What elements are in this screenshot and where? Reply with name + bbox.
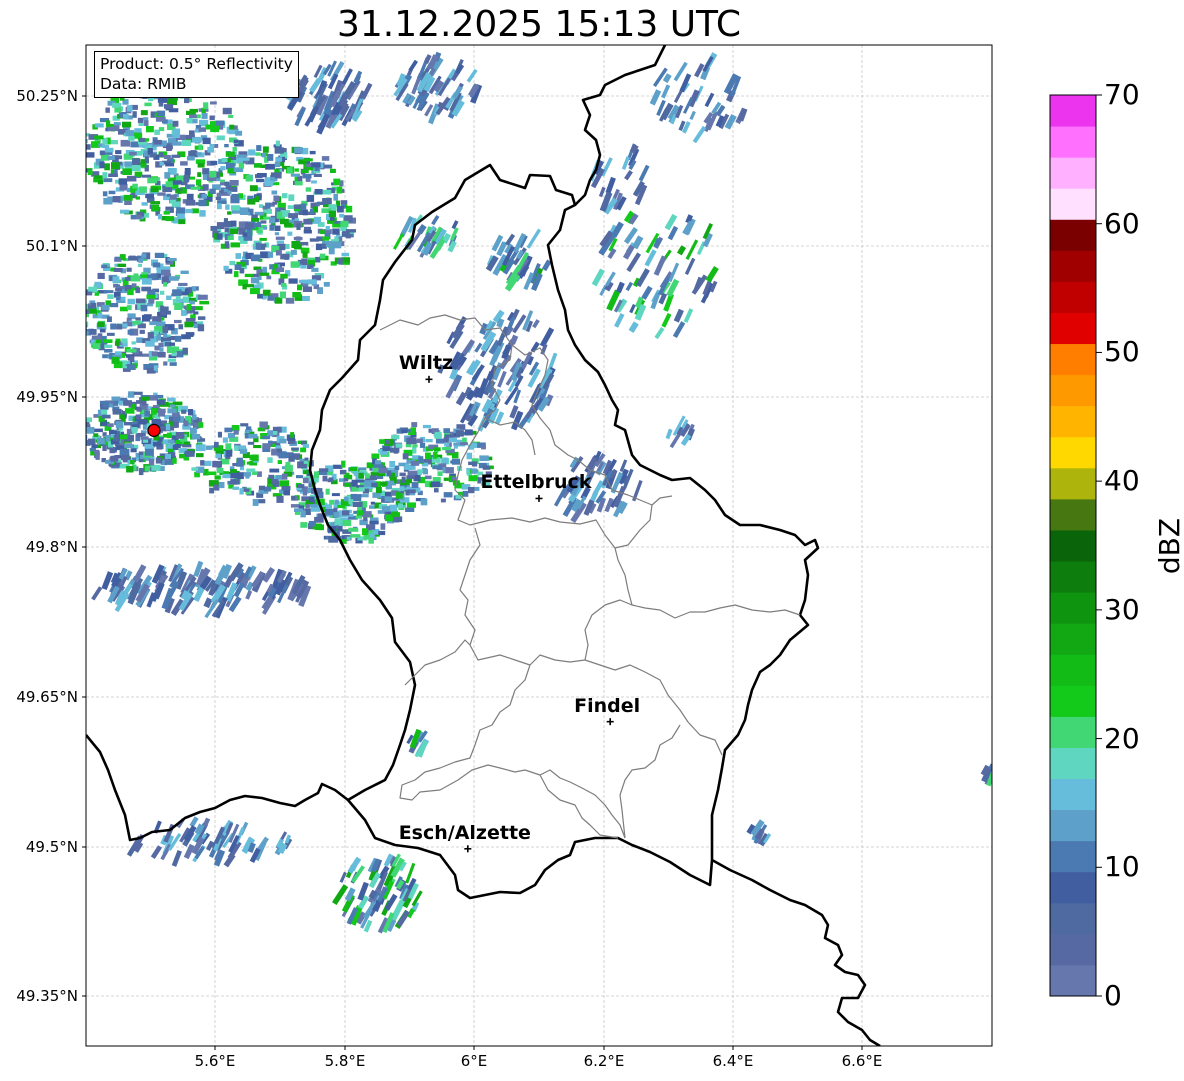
radar-site-marker	[147, 423, 161, 437]
colorbar-segment	[1050, 964, 1096, 997]
germany-france-border	[711, 858, 881, 1046]
city-markers	[425, 375, 614, 853]
colorbar-segment	[1050, 561, 1096, 593]
product-info-box: Product: 0.5° Reflectivity Data: RMIB	[94, 51, 299, 98]
colorbar-segment	[1050, 374, 1096, 407]
colorbar-tick-label: 30	[1104, 592, 1140, 626]
colorbar-segment	[1050, 312, 1096, 345]
colorbar-tick-label: 70	[1104, 78, 1140, 111]
colorbar-segment	[1050, 250, 1096, 282]
y-tick-label: 49.5°N	[25, 838, 78, 856]
colorbar-segment	[1050, 623, 1096, 655]
y-tick-label: 49.65°N	[16, 688, 78, 706]
city-marker	[535, 494, 543, 502]
colorbar-segment	[1050, 840, 1096, 873]
y-tick-label: 50.1°N	[25, 237, 78, 255]
colorbar-segment	[1050, 592, 1096, 624]
colorbar-segment	[1050, 498, 1096, 531]
city-label: Esch/Alzette	[398, 821, 531, 844]
colorbar-segment	[1050, 343, 1096, 376]
colorbar-tick-label: 20	[1104, 721, 1140, 755]
colorbar-segment	[1050, 778, 1096, 811]
colorbar-label: dBZ	[1153, 517, 1184, 575]
radar-map	[82, 44, 1102, 1050]
city-marker	[464, 845, 472, 853]
city-marker	[606, 718, 614, 726]
colorbar	[1049, 94, 1102, 997]
colorbar-tick-label: 10	[1104, 850, 1140, 884]
colorbar-segment	[1050, 809, 1096, 842]
x-tick-label: 6.6°E	[841, 1052, 883, 1070]
colorbar-segment	[1050, 747, 1096, 780]
x-tick-label: 6.2°E	[583, 1052, 625, 1070]
colorbar-tick-label: 0	[1104, 979, 1122, 1012]
product-label: Product: 0.5° Reflectivity	[100, 55, 293, 73]
colorbar-segment	[1050, 902, 1096, 935]
city-label: Findel	[574, 694, 641, 717]
germany-belgium-border	[574, 45, 667, 206]
city-marker	[425, 375, 433, 383]
colorbar-segment	[1050, 467, 1096, 500]
colorbar-tick-label: 50	[1104, 335, 1140, 369]
colorbar-tick-label: 40	[1104, 464, 1140, 498]
x-tick-label: 6.4°E	[712, 1052, 754, 1070]
colorbar-segment	[1050, 281, 1096, 313]
canton-borders	[379, 314, 801, 839]
y-tick-label: 49.95°N	[16, 388, 78, 406]
colorbar-segment	[1050, 871, 1096, 904]
city-label: Wiltz	[398, 352, 454, 375]
colorbar-tick-label: 60	[1104, 206, 1140, 240]
colorbar-segment	[1050, 95, 1096, 127]
colorbar-segment	[1050, 933, 1096, 966]
y-tick-label: 49.35°N	[16, 987, 78, 1005]
colorbar-segment	[1050, 157, 1096, 189]
colorbar-segment	[1050, 685, 1096, 717]
colorbar-segment	[1050, 126, 1096, 158]
radar-site-dot	[147, 423, 161, 437]
y-tick-label: 49.8°N	[25, 538, 78, 556]
data-source-label: Data: RMIB	[100, 75, 187, 93]
x-tick-label: 5.8°E	[324, 1052, 366, 1070]
y-tick-label: 50.25°N	[16, 87, 78, 105]
x-tick-label: 5.6°E	[194, 1052, 236, 1070]
colorbar-segment	[1050, 654, 1096, 686]
luxembourg-border	[308, 163, 820, 900]
city-label: Ettelbruck	[480, 471, 592, 494]
colorbar-segment	[1050, 405, 1096, 438]
colorbar-segment	[1050, 529, 1096, 562]
colorbar-segment	[1050, 219, 1096, 251]
x-tick-label: 6°E	[460, 1052, 488, 1070]
colorbar-segment	[1050, 188, 1096, 220]
colorbar-segment	[1050, 436, 1096, 469]
colorbar-segment	[1050, 716, 1096, 748]
belgium-france-border	[86, 734, 349, 842]
